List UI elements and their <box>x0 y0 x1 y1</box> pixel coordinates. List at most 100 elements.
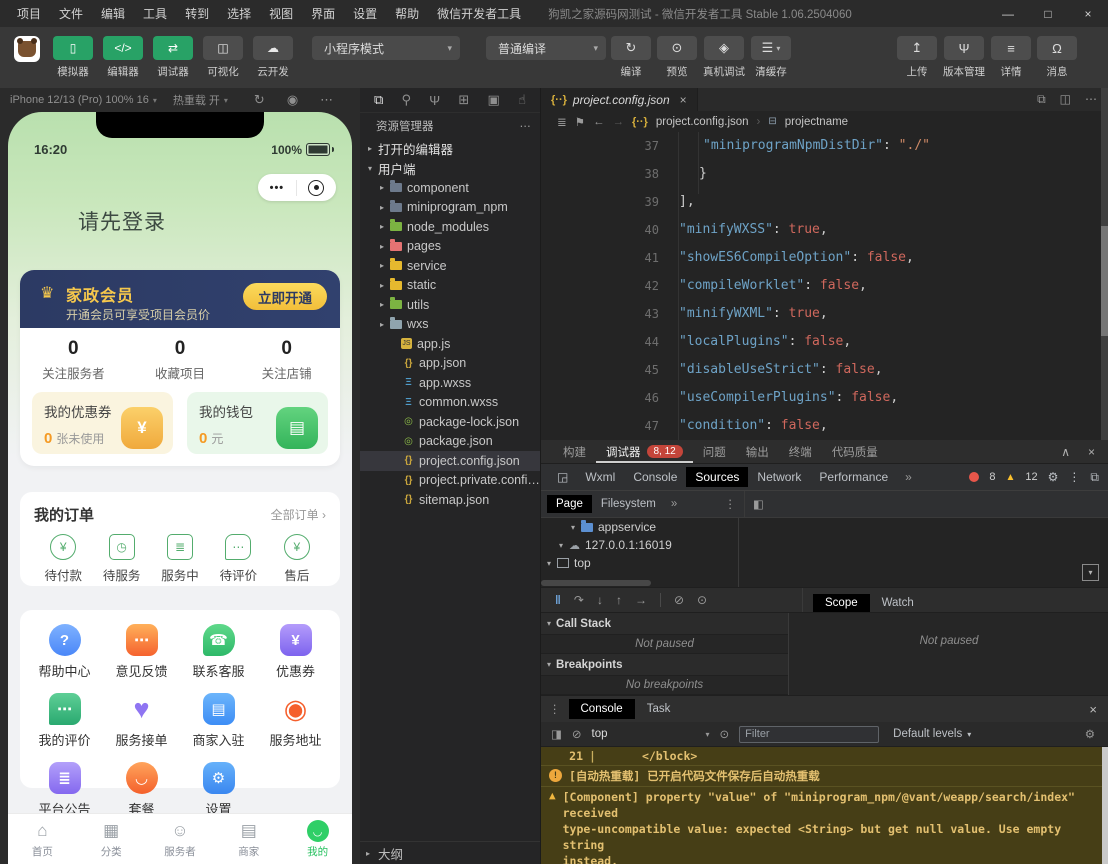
window-icon[interactable]: ▣ <box>488 92 500 108</box>
console-tab[interactable]: Task <box>635 699 683 719</box>
toolbar-button[interactable]: ⇄调试器 <box>152 36 194 79</box>
service-item[interactable]: ⋯意见反馈 <box>103 624 180 680</box>
horizontal-scrollbar[interactable] <box>541 580 651 586</box>
more-icon[interactable]: ⋯ <box>520 119 533 133</box>
panel-tab[interactable]: 代码质量 <box>822 440 888 463</box>
panel-tab[interactable]: 终端 <box>779 440 822 463</box>
inspector-tab[interactable]: Sources <box>686 467 748 487</box>
kebab-menu-icon[interactable]: ⋮ <box>1068 470 1080 484</box>
tab-bar-item[interactable]: ⌂首页 <box>8 814 77 864</box>
toolbar-action[interactable]: ≡详情 <box>991 36 1031 79</box>
inspector-tab[interactable]: Performance <box>810 467 897 487</box>
menu-item[interactable]: 帮助 <box>386 5 428 22</box>
close-panel-icon[interactable]: × <box>1088 445 1095 459</box>
menu-item[interactable]: 视图 <box>260 5 302 22</box>
service-item[interactable]: ≣平台公告 <box>26 762 103 818</box>
menu-item[interactable]: 项目 <box>8 5 50 22</box>
inspect-element-icon[interactable]: ◲ <box>549 470 576 484</box>
files-icon[interactable]: ⧉ <box>374 92 383 108</box>
service-item[interactable]: ◡套餐 <box>103 762 180 818</box>
close-icon[interactable]: × <box>1089 702 1108 717</box>
breadcrumb-file[interactable]: project.config.json <box>656 116 749 128</box>
toolbar-action[interactable]: ◈真机调试 <box>703 36 745 79</box>
tab-bar-item[interactable]: ▤商家 <box>214 814 283 864</box>
tab-bar-item[interactable]: ▦分类 <box>77 814 146 864</box>
service-item[interactable]: ☎联系客服 <box>180 624 257 680</box>
minimize-button[interactable]: — <box>988 0 1028 27</box>
console-tab[interactable]: Console <box>569 699 635 719</box>
step-out-icon[interactable]: ↑ <box>616 593 622 607</box>
tree-item[interactable]: {}project.private.config.js... <box>360 471 540 491</box>
code-area[interactable]: 37"miniprogramNpmDistDir": "./"38}39],40… <box>541 132 1108 440</box>
menu-item[interactable]: 设置 <box>344 5 386 22</box>
sources-tree-item[interactable]: ▾☁127.0.0.1:16019 <box>541 536 738 554</box>
service-item[interactable]: ⋯我的评价 <box>26 693 103 749</box>
pause-on-exceptions-icon[interactable]: ⊙ <box>697 593 707 607</box>
sources-nav-tab[interactable]: Filesystem <box>592 495 665 513</box>
clear-console-icon[interactable]: ⊘ <box>572 727 582 741</box>
tab-bar-item[interactable]: ☺服务者 <box>146 814 215 864</box>
kebab-menu-icon[interactable]: ⋮ <box>725 497 745 511</box>
popout-icon[interactable]: ⧉ <box>1090 470 1099 485</box>
service-item[interactable]: ▤商家入驻 <box>180 693 257 749</box>
sources-tree-item[interactable]: ▾appservice <box>541 518 738 536</box>
toolbar-action[interactable]: Ψ版本管理 <box>943 36 985 79</box>
maximize-button[interactable]: □ <box>1028 0 1068 27</box>
editor-tab[interactable]: {··} project.config.json × <box>541 88 698 111</box>
breadcrumb-symbol[interactable]: projectname <box>785 116 848 128</box>
avatar[interactable] <box>14 36 40 62</box>
toolbar-button[interactable]: ▯模拟器 <box>52 36 94 79</box>
menu-item[interactable]: 文件 <box>50 5 92 22</box>
capsule-close-button[interactable] <box>308 180 324 196</box>
toolbar-button[interactable]: ☁云开发 <box>252 36 294 79</box>
extensions-icon[interactable]: ⊞ <box>458 92 469 108</box>
sources-nav-tab[interactable]: Page <box>547 495 592 513</box>
stat-item[interactable]: 0收藏项目 <box>127 338 234 390</box>
panel-tab[interactable]: 调试器8, 12 <box>596 440 693 463</box>
order-status-item[interactable]: ¥售后 <box>268 534 326 584</box>
editor-scrollbar[interactable] <box>1101 88 1108 440</box>
menu-item[interactable]: 界面 <box>302 5 344 22</box>
service-item[interactable]: ?帮助中心 <box>26 624 103 680</box>
mode-dropdown[interactable]: 小程序模式▾ <box>312 36 460 60</box>
layout-columns-icon[interactable]: ◫ <box>1060 92 1071 107</box>
menu-item[interactable]: 选择 <box>218 5 260 22</box>
toolbar-button[interactable]: </>编辑器 <box>102 36 144 79</box>
console-sidebar-icon[interactable]: ◨ <box>551 727 562 741</box>
panel-tab[interactable]: 构建 <box>553 440 596 463</box>
bookmark-icon[interactable]: ⚑ <box>575 115 585 129</box>
console-source-row[interactable]: 21|</block> <box>541 747 1108 766</box>
all-orders-link[interactable]: 全部订单 › <box>271 506 326 523</box>
scroll-down-icon[interactable]: ▾ <box>1082 564 1099 581</box>
step-into-icon[interactable]: ↓ <box>597 593 603 607</box>
section-header[interactable]: ▾Breakpoints <box>541 654 788 676</box>
wallet-card[interactable]: 我的优惠券0张未使用¥ <box>32 392 173 454</box>
resume-icon[interactable]: ↷ <box>574 593 584 607</box>
toolbar-action[interactable]: Ω消息 <box>1037 36 1077 79</box>
back-icon[interactable]: ← <box>593 116 605 128</box>
side-tab[interactable]: Watch <box>870 594 926 612</box>
gear-icon[interactable]: ⚙ <box>1085 727 1108 741</box>
toolbar-action[interactable]: ☰▾清缓存 <box>751 36 791 79</box>
hot-reload-toggle[interactable]: 热重载 开 <box>173 92 220 108</box>
levels-dropdown[interactable]: Default levels ▾ <box>893 728 971 740</box>
service-item[interactable]: ⚙设置 <box>180 762 257 818</box>
console-warning-row[interactable]: ▲[Component] property "value" of "minipr… <box>541 787 1108 864</box>
order-status-item[interactable]: ◷待服务 <box>92 534 150 584</box>
toolbar-action[interactable]: ↻编译 <box>611 36 651 79</box>
tree-item[interactable]: JSapp.js <box>360 334 540 354</box>
tree-item[interactable]: Ξapp.wxss <box>360 373 540 393</box>
tree-item[interactable]: Ξcommon.wxss <box>360 393 540 413</box>
service-item[interactable]: ¥优惠券 <box>257 624 334 680</box>
inspector-tab[interactable]: Console <box>624 467 686 487</box>
refresh-icon[interactable]: ↻ <box>254 92 265 108</box>
pause-icon[interactable]: Ⅱ <box>555 593 561 607</box>
split-editor-icon[interactable]: ⧉ <box>1037 92 1046 107</box>
service-item[interactable]: ♥服务接单 <box>103 693 180 749</box>
step-icon[interactable]: → <box>635 593 647 607</box>
device-selector[interactable]: iPhone 12/13 (Pro) 100% 16 <box>10 94 149 106</box>
menu-item[interactable]: 编辑 <box>92 5 134 22</box>
context-dropdown[interactable]: top ▾ <box>592 728 710 740</box>
tree-item[interactable]: ◎package-lock.json <box>360 412 540 432</box>
stat-item[interactable]: 0关注店铺 <box>233 338 340 390</box>
